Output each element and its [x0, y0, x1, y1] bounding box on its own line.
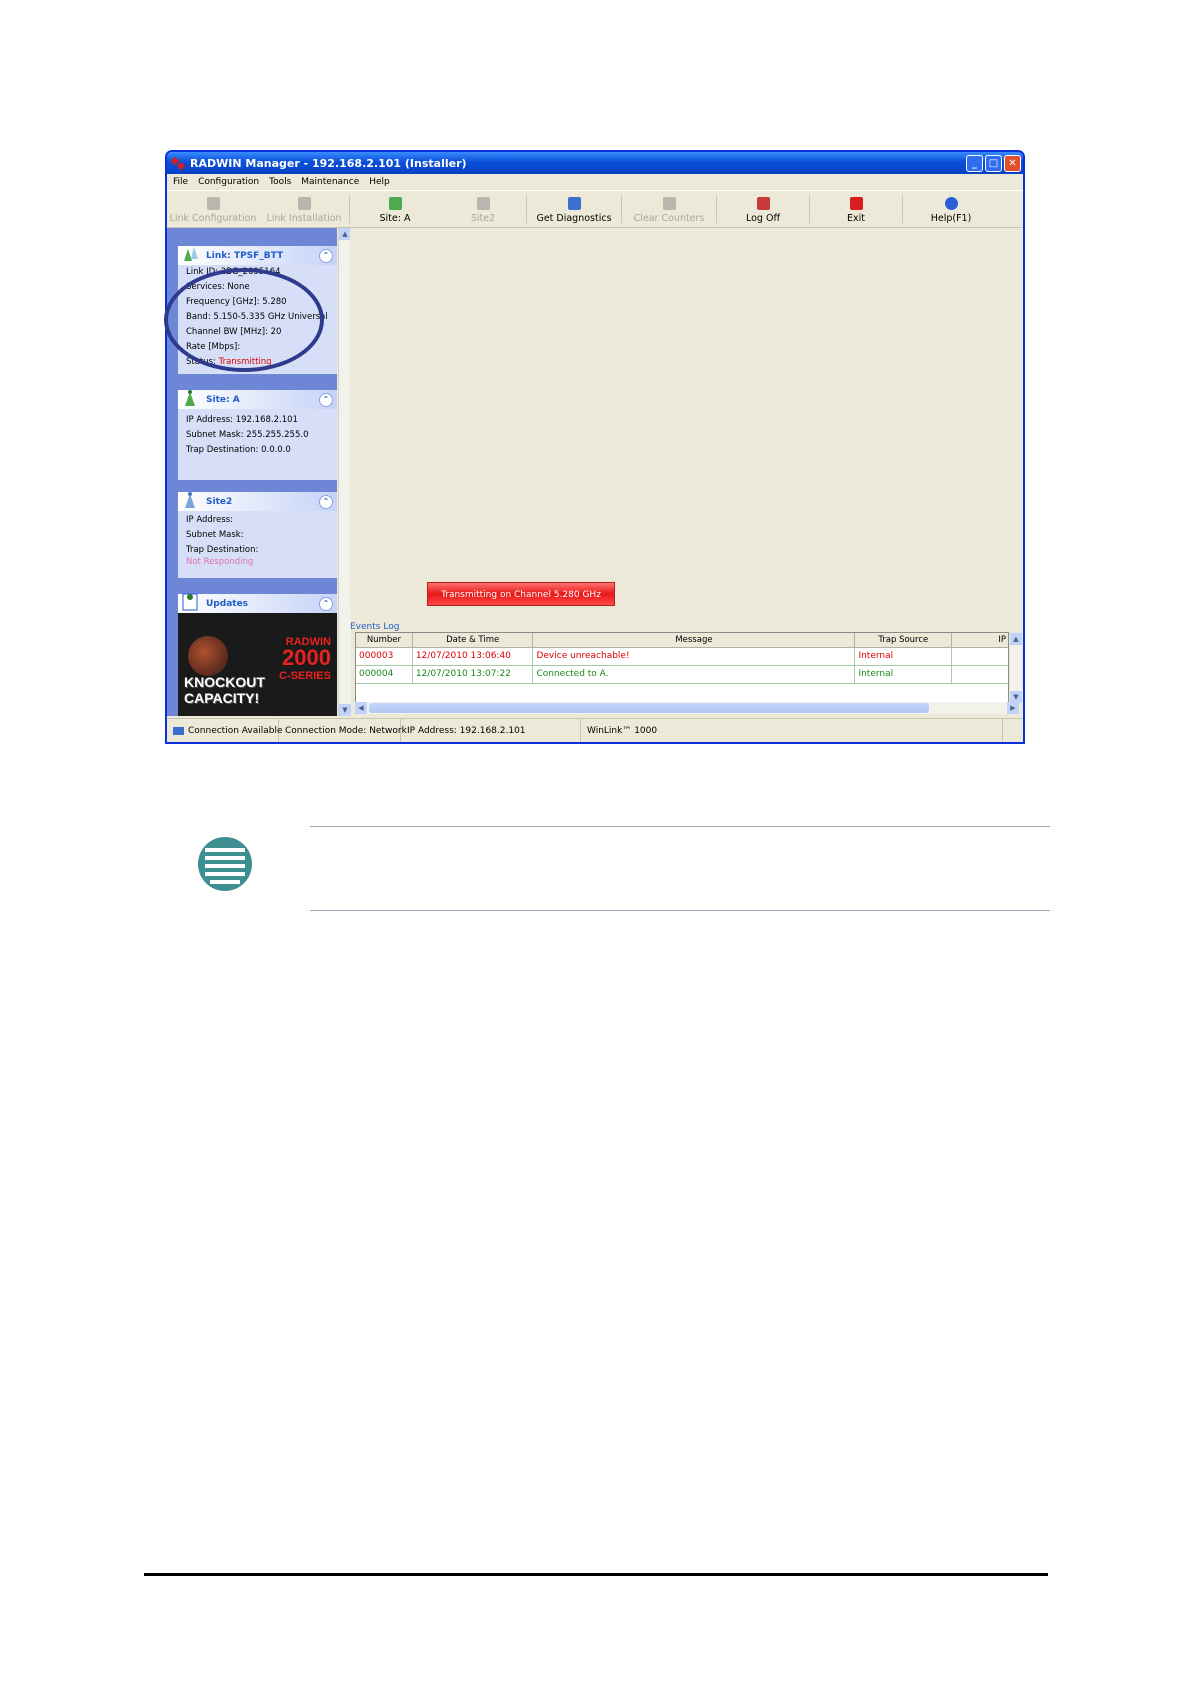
site2-panel: Site2 ⌃ IP Address: Subnet Mask: Trap De…	[178, 489, 337, 578]
maximize-button[interactable]: □	[985, 154, 1002, 172]
status-connection-mode: Connection Mode: Network	[279, 719, 407, 742]
radwin-app-icon	[171, 156, 185, 170]
log-off-button[interactable]: Log Off	[717, 191, 809, 227]
events-log-title: Events Log	[350, 622, 400, 632]
help-icon	[944, 197, 958, 210]
menu-tools[interactable]: Tools	[269, 177, 291, 187]
collapse-icon[interactable]: ⌃	[319, 249, 333, 263]
status-connection: Connection Available	[167, 719, 283, 742]
table-row[interactable]: 000004 12/07/2010 13:07:22 Connected to …	[356, 666, 1008, 684]
column-trap-source[interactable]: Trap Source	[855, 633, 953, 647]
site-a-panel: Site: A ⌃ IP Address: 192.168.2.101 Subn…	[178, 387, 337, 480]
toolbar: Link Configuration Link Installation Sit…	[167, 190, 1023, 228]
title-bar[interactable]: RADWIN Manager - 192.168.2.101 (Installe…	[167, 152, 1023, 174]
column-ip[interactable]: IP	[952, 633, 1008, 647]
ad-tagline: KNOCKOUT CAPACITY!	[184, 674, 265, 706]
help-button[interactable]: Help(F1)	[903, 191, 999, 227]
site2-button[interactable]: Site2	[440, 191, 526, 227]
note-icon	[198, 837, 252, 891]
clear-counters-button[interactable]: Clear Counters	[622, 191, 716, 227]
tools-icon	[297, 197, 311, 210]
events-log-vertical-scrollbar[interactable]: ▲ ▼	[1010, 633, 1022, 703]
scrollbar-thumb[interactable]	[369, 703, 929, 713]
scroll-left-icon[interactable]: ◀	[355, 702, 367, 714]
exit-button[interactable]: Exit	[810, 191, 902, 227]
collapse-icon[interactable]: ⌃	[319, 495, 333, 509]
highlight-oval-annotation	[164, 268, 324, 372]
column-number[interactable]: Number	[356, 633, 413, 647]
window-title: RADWIN Manager - 192.168.2.101 (Installe…	[190, 156, 467, 170]
events-log: Events Log Number Date & Time Message Tr…	[350, 622, 1023, 720]
table-row[interactable]: 000003 12/07/2010 13:06:40 Device unreac…	[356, 648, 1008, 666]
connection-icon	[173, 726, 184, 735]
link-configuration-icon	[206, 197, 220, 210]
get-diagnostics-button[interactable]: Get Diagnostics	[527, 191, 621, 227]
collapse-icon[interactable]: ⌃	[319, 393, 333, 407]
site2-subnet-row: Subnet Mask:	[186, 530, 244, 540]
site-a-ip-row: IP Address: 192.168.2.101	[186, 415, 298, 425]
main-content-area	[350, 228, 1023, 611]
page-footer-rule	[144, 1573, 1048, 1576]
menu-help[interactable]: Help	[369, 177, 390, 187]
site-a-trap-row: Trap Destination: 0.0.0.0	[186, 445, 291, 455]
site2-panel-header[interactable]: Site2 ⌃	[178, 489, 337, 511]
scroll-up-icon[interactable]: ▲	[1010, 633, 1022, 645]
column-message[interactable]: Message	[533, 633, 856, 647]
link-icon	[180, 243, 200, 263]
minimize-button[interactable]: _	[966, 154, 983, 172]
site-a-panel-header[interactable]: Site: A ⌃	[178, 387, 337, 409]
exit-icon	[849, 197, 863, 210]
column-date-time[interactable]: Date & Time	[413, 633, 534, 647]
transmitting-banner: Transmitting on Channel 5.280 GHz	[427, 582, 615, 606]
log-off-icon	[756, 197, 770, 210]
scroll-right-icon[interactable]: ▶	[1007, 702, 1019, 714]
link-panel-header[interactable]: Link: TPSF_BTT ⌃	[178, 246, 337, 265]
updates-icon	[180, 591, 200, 611]
link-installation-button[interactable]: Link Installation	[259, 191, 349, 227]
link-configuration-button[interactable]: Link Configuration	[167, 191, 259, 227]
antenna-icon	[388, 197, 402, 210]
close-button[interactable]: ✕	[1004, 154, 1021, 172]
events-log-table: Number Date & Time Message Trap Source I…	[355, 632, 1022, 704]
note-top-rule	[310, 826, 1050, 827]
table-header: Number Date & Time Message Trap Source I…	[356, 633, 1008, 648]
menu-file[interactable]: File	[173, 177, 188, 187]
site-a-subnet-row: Subnet Mask: 255.255.255.0	[186, 430, 309, 440]
antenna-icon	[476, 197, 490, 210]
status-bar: Connection Available Connection Mode: Ne…	[167, 718, 1023, 742]
menu-bar: File Configuration Tools Maintenance Hel…	[167, 174, 1023, 190]
menu-configuration[interactable]: Configuration	[198, 177, 259, 187]
ad-model: 2000	[282, 645, 331, 670]
diagnostics-icon	[567, 197, 581, 210]
status-ip-address: IP Address: 192.168.2.101	[401, 719, 581, 742]
collapse-icon[interactable]: ⌃	[319, 597, 333, 611]
boxer-image	[188, 636, 228, 676]
antenna-icon	[180, 387, 200, 407]
eraser-icon	[662, 197, 676, 210]
antenna-icon	[180, 489, 200, 509]
note-bottom-rule	[310, 910, 1050, 911]
updates-panel-header[interactable]: Updates ⌃	[178, 591, 337, 613]
menu-maintenance[interactable]: Maintenance	[301, 177, 359, 187]
radwin-manager-window: RADWIN Manager - 192.168.2.101 (Installe…	[165, 150, 1025, 744]
site-a-button[interactable]: Site: A	[350, 191, 440, 227]
updates-advertisement[interactable]: RADWIN 2000 C-SERIES KNOCKOUT CAPACITY!	[178, 634, 337, 716]
site2-ip-row: IP Address:	[186, 515, 234, 525]
events-log-horizontal-scrollbar[interactable]: ◀ ▶	[355, 702, 1019, 714]
status-product: WinLink™ 1000	[581, 719, 1003, 742]
